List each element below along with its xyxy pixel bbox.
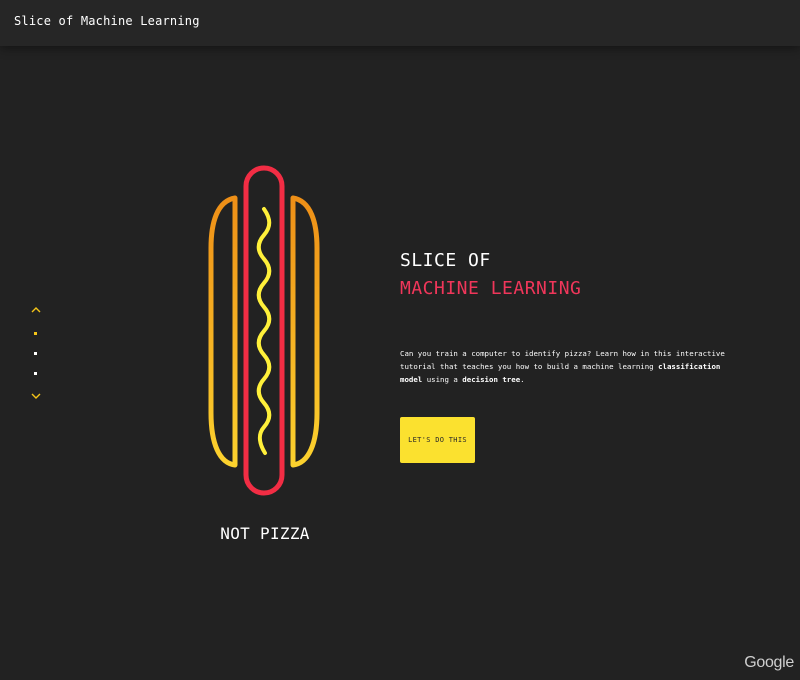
desc-text-2: using a: [422, 375, 463, 384]
illustration-label: NOT PIZZA: [220, 524, 310, 543]
nav-dot-1[interactable]: [34, 332, 37, 335]
hero-title-line2: MACHINE LEARNING: [400, 278, 582, 299]
desc-bold-decision-tree: decision tree: [462, 375, 521, 384]
hot-dog-icon: [208, 165, 320, 496]
desc-text-3: .: [520, 375, 525, 384]
google-logo: Google: [744, 654, 794, 671]
chevron-up-icon[interactable]: [30, 305, 42, 315]
hero-description: Can you train a computer to identify piz…: [400, 347, 745, 386]
app-title: Slice of Machine Learning: [14, 14, 200, 28]
top-bar: Slice of Machine Learning: [0, 0, 800, 46]
hero-title-line1: SLICE OF: [400, 250, 491, 271]
chevron-down-icon[interactable]: [30, 391, 42, 401]
nav-dot-3[interactable]: [34, 372, 37, 375]
lets-do-this-button[interactable]: LET'S DO THIS: [400, 417, 475, 463]
nav-dot-2[interactable]: [34, 352, 37, 355]
